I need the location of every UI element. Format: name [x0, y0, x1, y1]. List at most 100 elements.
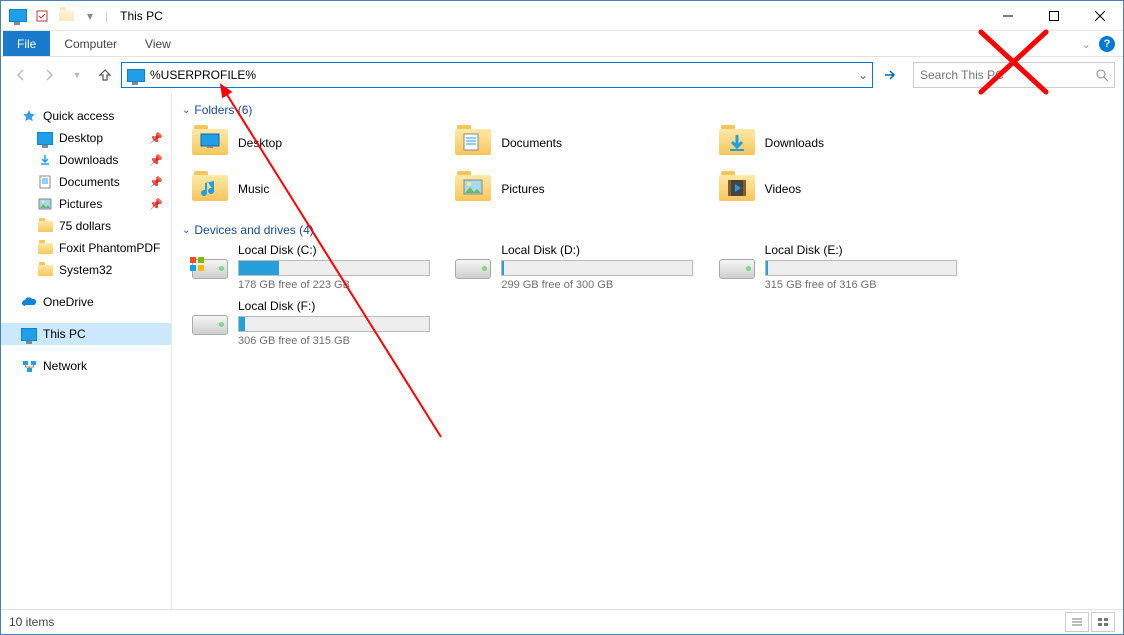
folder-icon — [37, 240, 53, 256]
drive-item[interactable]: Local Disk (D:) 299 GB free of 300 GB — [455, 243, 708, 291]
statusbar: 10 items — [1, 609, 1123, 634]
folder-label: Desktop — [238, 136, 282, 150]
drive-free-text: 178 GB free of 223 GB — [238, 279, 445, 291]
tab-computer[interactable]: Computer — [50, 31, 131, 56]
downloads-icon — [37, 152, 53, 168]
sidebar-item-pictures[interactable]: Pictures 📌 — [1, 193, 171, 215]
drive-usage-bar — [238, 260, 430, 276]
drive-item[interactable]: Local Disk (F:) 306 GB free of 315 GB — [192, 299, 445, 347]
sidebar-quick-access[interactable]: Quick access — [1, 105, 171, 127]
maximize-button[interactable] — [1031, 1, 1077, 30]
pin-icon: 📌 — [149, 176, 163, 189]
sidebar-item-75-dollars[interactable]: 75 dollars — [1, 215, 171, 237]
tab-file[interactable]: File — [3, 31, 50, 56]
forward-button[interactable] — [37, 63, 61, 87]
drive-usage-bar — [238, 316, 430, 332]
sidebar-onedrive[interactable]: OneDrive — [1, 291, 171, 313]
content-pane: ⌄ Folders (6) Desktop Documents Downloads M… — [172, 93, 1123, 609]
view-details-button[interactable] — [1065, 612, 1089, 632]
address-history-dropdown[interactable]: ⌄ — [854, 68, 872, 82]
drive-icon — [192, 299, 228, 335]
drive-name: Local Disk (D:) — [501, 243, 708, 257]
help-icon[interactable]: ? — [1099, 36, 1115, 52]
chevron-down-icon: ⌄ — [182, 105, 190, 116]
ribbon: File Computer View ⌄ ? — [1, 31, 1123, 57]
drive-item[interactable]: Local Disk (C:) 178 GB free of 223 GB — [192, 243, 445, 291]
folder-downloads[interactable]: Downloads — [719, 123, 972, 163]
qat-newfolder[interactable] — [55, 5, 77, 27]
onedrive-icon — [21, 294, 37, 310]
pin-icon: 📌 — [149, 132, 163, 145]
sidebar-item-documents[interactable]: Documents 📌 — [1, 171, 171, 193]
group-drives[interactable]: ⌄ Devices and drives (4) — [182, 217, 1113, 243]
sidebar-item-downloads[interactable]: Downloads 📌 — [1, 149, 171, 171]
drive-usage-bar — [501, 260, 693, 276]
address-icon — [126, 65, 146, 85]
drive-name: Local Disk (E:) — [765, 243, 972, 257]
view-large-button[interactable] — [1091, 612, 1115, 632]
qat-dropdown[interactable]: ▾ — [79, 5, 101, 27]
pin-icon: 📌 — [149, 154, 163, 167]
folder-icon — [37, 218, 53, 234]
tab-view[interactable]: View — [131, 31, 185, 56]
qat-icon-app — [7, 5, 29, 27]
drive-free-text: 306 GB free of 315 GB — [238, 335, 445, 347]
folder-pictures[interactable]: Pictures — [455, 169, 708, 209]
status-item-count: 10 items — [9, 615, 54, 629]
folder-icon — [455, 171, 491, 207]
sidebar-item-desktop[interactable]: Desktop 📌 — [1, 127, 171, 149]
minimize-button[interactable] — [985, 1, 1031, 30]
titlebar: ▾ | This PC — [1, 1, 1123, 31]
search-input[interactable] — [914, 68, 1090, 82]
up-button[interactable] — [93, 63, 117, 87]
drive-item[interactable]: Local Disk (E:) 315 GB free of 316 GB — [719, 243, 972, 291]
recent-dropdown[interactable]: ▼ — [65, 63, 89, 87]
folder-label: Videos — [765, 182, 801, 196]
folder-label: Music — [238, 182, 269, 196]
folder-music[interactable]: Music — [192, 169, 445, 209]
search-box[interactable] — [913, 62, 1115, 88]
drive-icon — [192, 243, 228, 279]
nav-pane: Quick access Desktop 📌 Downloads 📌 Docum… — [1, 93, 172, 609]
folder-videos[interactable]: Videos — [719, 169, 972, 209]
drive-icon — [719, 243, 755, 279]
go-button[interactable] — [877, 62, 903, 88]
drive-name: Local Disk (C:) — [238, 243, 445, 257]
folder-documents[interactable]: Documents — [455, 123, 708, 163]
drive-name: Local Disk (F:) — [238, 299, 445, 313]
qat-properties[interactable] — [31, 5, 53, 27]
window-title: This PC — [120, 9, 163, 23]
documents-icon — [37, 174, 53, 190]
chevron-down-icon: ⌄ — [182, 225, 190, 236]
ribbon-expand-icon[interactable]: ⌄ — [1081, 37, 1091, 51]
drive-icon — [455, 243, 491, 279]
folder-icon — [719, 171, 755, 207]
search-icon[interactable] — [1090, 69, 1114, 82]
drive-usage-bar — [765, 260, 957, 276]
address-input[interactable] — [150, 65, 854, 85]
drive-free-text: 299 GB free of 300 GB — [501, 279, 708, 291]
folder-label: Documents — [501, 136, 562, 150]
folder-icon — [719, 125, 755, 161]
star-icon — [21, 108, 37, 124]
folder-icon — [192, 125, 228, 161]
sidebar-this-pc[interactable]: This PC — [1, 323, 171, 345]
folder-icon — [192, 171, 228, 207]
close-button[interactable] — [1077, 1, 1123, 30]
folder-desktop[interactable]: Desktop — [192, 123, 445, 163]
desktop-icon — [37, 130, 53, 146]
pictures-icon — [37, 196, 53, 212]
sidebar-item-system32[interactable]: System32 — [1, 259, 171, 281]
address-bar[interactable]: ⌄ — [121, 62, 873, 88]
drive-free-text: 315 GB free of 316 GB — [765, 279, 972, 291]
network-icon — [21, 358, 37, 374]
folder-label: Downloads — [765, 136, 824, 150]
this-pc-icon — [21, 326, 37, 342]
sidebar-item-foxit[interactable]: Foxit PhantomPDF — [1, 237, 171, 259]
folder-label: Pictures — [501, 182, 544, 196]
nav-bar: ▼ ⌄ — [1, 57, 1123, 93]
folder-icon — [37, 262, 53, 278]
sidebar-network[interactable]: Network — [1, 355, 171, 377]
back-button[interactable] — [9, 63, 33, 87]
group-folders[interactable]: ⌄ Folders (6) — [182, 97, 1113, 123]
